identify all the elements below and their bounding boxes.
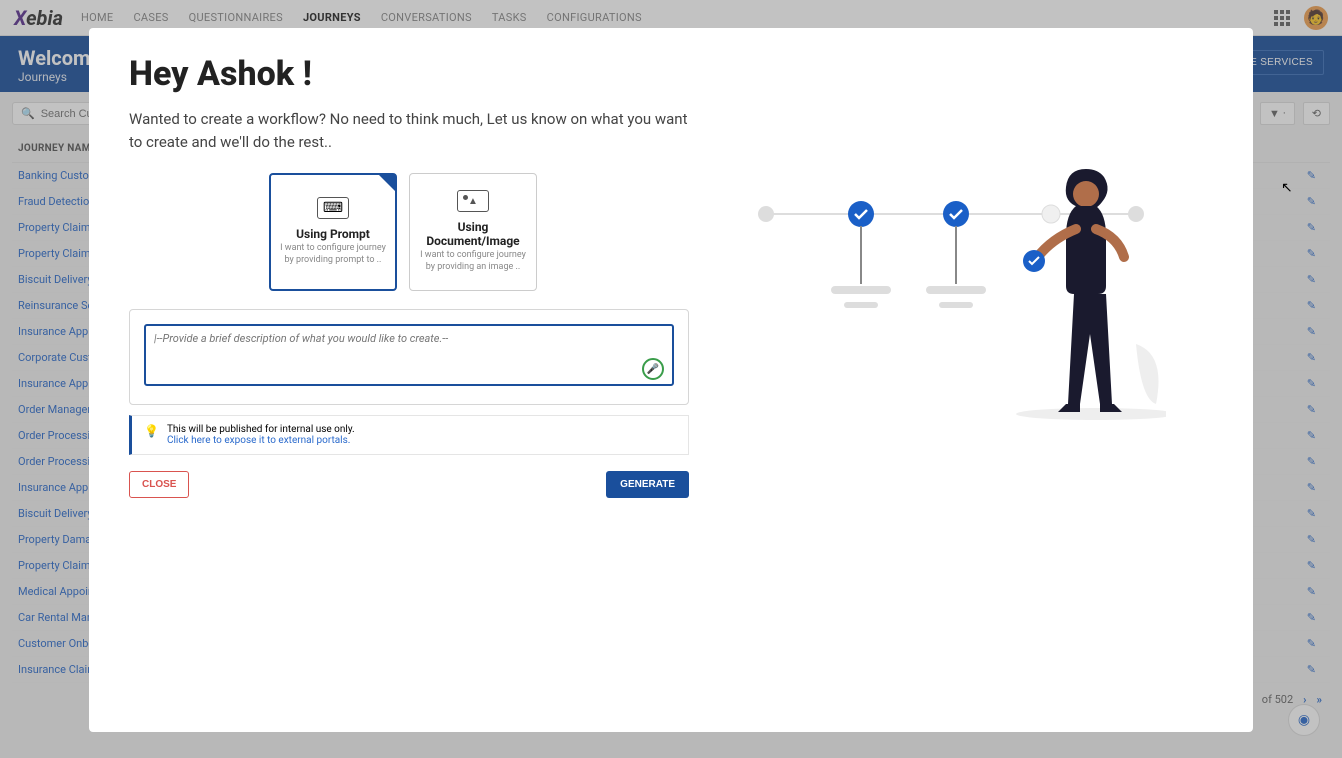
modal-illustration <box>689 54 1213 706</box>
option-desc: I want to configure journey by providing… <box>279 243 387 266</box>
option-title: Using Prompt <box>296 227 370 241</box>
keyboard-icon <box>317 197 349 219</box>
prompt-container: 🎤 <box>129 309 689 405</box>
option-card-0[interactable]: Using Prompt I want to configure journey … <box>269 173 397 291</box>
notice-text: This will be published for internal use … <box>167 424 355 435</box>
prompt-textarea[interactable] <box>144 324 674 386</box>
voice-input-button[interactable]: 🎤 <box>642 358 664 380</box>
mouse-cursor: ↖ <box>1281 180 1293 196</box>
expose-external-link[interactable]: Click here to expose it to external port… <box>167 435 350 446</box>
option-title: Using Document/Image <box>418 220 528 248</box>
generate-button[interactable]: GENERATE <box>606 471 689 498</box>
option-desc: I want to configure journey by providing… <box>418 250 528 273</box>
modal-overlay: Hey Ashok ! Wanted to create a workflow?… <box>0 0 1342 758</box>
input-method-options: Using Prompt I want to configure journey … <box>269 173 689 291</box>
publish-notice: 💡 This will be published for internal us… <box>129 415 689 455</box>
create-workflow-modal: Hey Ashok ! Wanted to create a workflow?… <box>89 28 1253 732</box>
option-card-1[interactable]: Using Document/ImageI want to configure … <box>409 173 537 291</box>
image-icon <box>457 190 489 212</box>
modal-subtitle: Wanted to create a workflow? No need to … <box>129 108 689 153</box>
lightbulb-icon: 💡 <box>144 424 159 438</box>
close-button[interactable]: CLOSE <box>129 471 189 498</box>
modal-title: Hey Ashok ! <box>129 54 689 94</box>
